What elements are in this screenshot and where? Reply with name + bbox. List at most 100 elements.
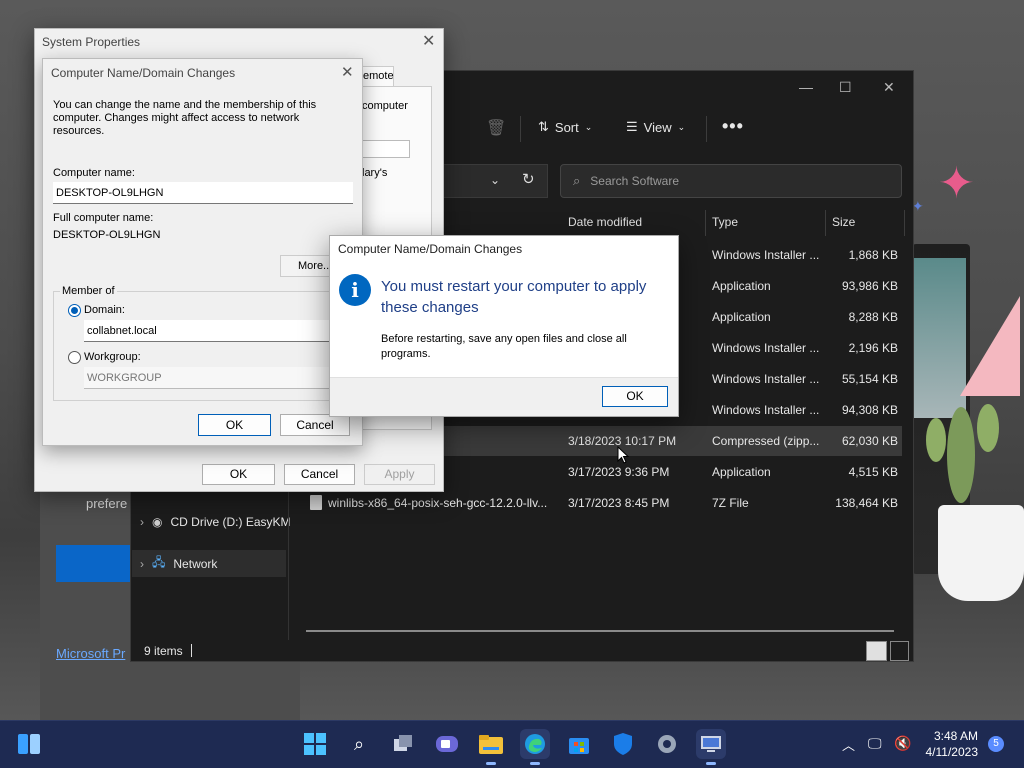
column-separator [705,210,706,236]
mouse-cursor-icon [617,446,629,464]
ok-button[interactable]: OK [202,464,275,485]
wallpaper-laptop-screen [914,258,966,418]
panel-input[interactable] [362,140,410,158]
ok-button[interactable]: OK [602,386,668,407]
show-hidden-icons-chevron-icon[interactable]: ︿ [842,735,855,754]
network-status-icon[interactable]: 🖵 [868,735,882,752]
nav-item-network[interactable]: › 🖧 Network [132,550,286,577]
nav-pane-divider [288,490,289,640]
volume-muted-icon[interactable]: 🔇 [894,735,911,752]
status-divider [191,644,192,657]
clock-date[interactable]: 4/11/2023 [924,745,979,759]
search-placeholder: Search Software [590,174,679,188]
teams-chat-icon[interactable] [432,729,462,759]
column-separator [825,210,826,236]
network-icon: 🖧 [152,555,166,569]
cancel-button[interactable]: Cancel [280,414,350,436]
search-input[interactable]: ⌕ Search Software [560,164,902,198]
file-explorer-icon[interactable] [476,729,506,765]
table-row[interactable]: winlibs-x86_64-posix-seh-gcc-12.2.0-llv.… [306,488,902,518]
details-view-icon[interactable] [866,641,887,661]
toolbar-separator [520,116,521,142]
row-type: Windows Installer ... [712,248,820,262]
row-size: 94,308 KB [841,403,898,417]
wallpaper-paper-plane [960,296,1020,396]
sort-icon: ⇅ [538,119,549,134]
row-type: Windows Installer ... [712,403,820,417]
tab-remote[interactable]: emote [360,66,394,86]
widgets-icon[interactable] [14,729,44,759]
view-icon: ☰ [626,119,638,134]
row-type: 7Z File [712,496,749,510]
sparkle-decoration: ✦ [938,159,975,208]
cancel-button[interactable]: Cancel [284,464,355,485]
row-size: 4,515 KB [848,465,898,479]
sort-button[interactable]: ⇅ Sort ⌄ [538,119,592,135]
background-button [56,545,136,582]
view-button[interactable]: ☰ View ⌄ [626,119,685,135]
horizontal-scrollbar[interactable] [306,630,894,632]
file-icon [310,495,322,510]
row-type: Application [712,310,771,324]
toolbar-separator [706,116,707,142]
row-size: 55,154 KB [841,372,898,386]
column-header-date[interactable]: Date modified [568,215,642,229]
row-type: Compressed (zipp... [712,434,820,448]
start-icon[interactable] [300,729,330,759]
chevron-down-icon: ⌄ [584,121,593,132]
background-text: prefere [86,496,128,511]
sort-label: Sort [554,119,579,135]
minimize-icon[interactable]: — [799,79,813,95]
workgroup-radio[interactable] [68,351,81,364]
status-item-count: 9 items [144,644,183,658]
apply-button[interactable]: Apply [364,464,435,485]
ok-button[interactable]: OK [198,414,271,436]
task-view-icon[interactable] [388,729,418,759]
delete-icon[interactable]: 🗑 [486,118,506,138]
nav-item-cd-drive[interactable]: › ◉ CD Drive (D:) EasyKM [140,515,291,529]
dialog-title: Computer Name/Domain Changes [51,66,236,80]
chevron-down-icon[interactable]: ⌄ [490,173,500,187]
close-icon[interactable]: ✕ [341,63,354,81]
close-icon[interactable]: ✕ [883,79,895,96]
row-size: 138,464 KB [835,496,898,510]
domain-radio[interactable] [68,304,81,317]
chevron-right-icon[interactable]: › [140,557,144,571]
row-size: 8,288 KB [848,310,898,324]
computer-name-input[interactable] [53,182,353,204]
computer-name-label: Computer name: [53,167,135,179]
dialog-title: System Properties [42,35,141,49]
wallpaper-cactus [926,404,999,503]
more-options-button[interactable]: ••• [722,116,744,137]
clock-time[interactable]: 3:48 AM [930,729,978,743]
edge-icon[interactable] [520,729,550,765]
info-icon: i [339,274,371,306]
column-header-type[interactable]: Type [712,215,738,229]
row-type: Windows Installer ... [712,341,820,355]
microsoft-store-icon[interactable] [564,729,594,759]
message-heading: You must restart your computer to apply … [381,278,647,316]
nav-item-label: Network [173,556,218,571]
maximize-icon[interactable]: ☐ [839,79,852,96]
chevron-right-icon[interactable]: › [140,515,144,529]
row-type: Windows Installer ... [712,372,820,386]
notification-badge[interactable]: 5 [988,736,1004,752]
member-of-label: Member of [60,285,117,297]
refresh-icon[interactable]: ↻ [522,170,535,188]
nav-item-label: CD Drive (D:) EasyKM [170,515,291,529]
view-label: View [643,119,672,135]
background-link[interactable]: Microsoft Pr [56,646,125,661]
search-icon[interactable]: ⌕ [344,729,374,759]
remote-desktop-icon[interactable] [696,729,726,765]
settings-gear-icon[interactable] [652,729,682,759]
security-shield-icon[interactable] [608,729,638,759]
row-size: 1,868 KB [848,248,898,262]
tiles-view-icon[interactable] [890,641,909,661]
domain-input[interactable] [84,320,330,342]
full-name-label: Full computer name: [53,212,154,224]
full-name-value: DESKTOP-OL9LHGN [53,229,161,241]
row-date: 3/17/2023 9:36 PM [568,465,670,479]
workgroup-input[interactable] [84,367,330,389]
column-header-size[interactable]: Size [832,215,855,229]
close-icon[interactable]: ✕ [422,31,435,51]
